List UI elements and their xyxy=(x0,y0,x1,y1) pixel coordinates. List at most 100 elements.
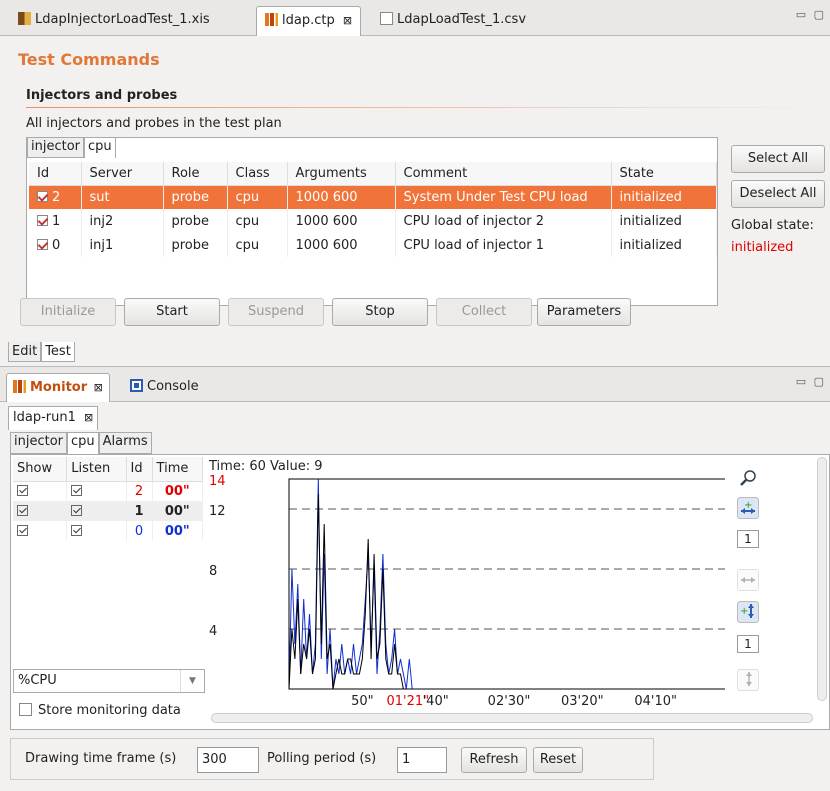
monitor-area: ldap-run1 ⊠ injector cpu Alarms Show Lis… xyxy=(0,402,830,791)
section-title: Injectors and probes xyxy=(26,88,178,103)
row-checkbox[interactable] xyxy=(37,238,48,250)
tab-console[interactable]: Console xyxy=(124,373,205,403)
col-role[interactable]: Role xyxy=(163,162,228,186)
y-tick-label: 12 xyxy=(209,504,226,519)
drawing-time-label: Drawing time frame (s) xyxy=(25,751,177,766)
section-divider xyxy=(26,107,828,108)
tab-edit[interactable]: Edit xyxy=(8,342,42,362)
class-tab-injector[interactable]: injector xyxy=(10,432,68,454)
row-checkbox[interactable] xyxy=(37,214,48,226)
monitor-settings: Drawing time frame (s) 300 Polling perio… xyxy=(10,738,654,780)
polling-period-label: Polling period (s) xyxy=(267,751,377,766)
bar-chart-icon xyxy=(265,13,278,26)
y-zoom-out-icon[interactable] xyxy=(737,669,759,691)
test-commands-editor: Test Commands Injectors and probes All i… xyxy=(0,36,830,362)
y-zoom-in-icon[interactable]: + xyxy=(737,601,759,623)
listen-checkbox[interactable] xyxy=(71,504,83,516)
y-tick-label: 14 xyxy=(209,475,226,489)
y-tick-label: 4 xyxy=(209,624,217,639)
col-listen[interactable]: Listen xyxy=(66,457,127,482)
table-row[interactable]: 1 inj2 probe cpu 1000 600 CPU load of in… xyxy=(29,209,717,233)
page-title: Test Commands xyxy=(18,50,160,69)
table-row[interactable]: 0 inj1 probe cpu 1000 600 CPU load of in… xyxy=(29,233,717,257)
col-id[interactable]: Id xyxy=(29,162,82,186)
horizontal-scrollbar[interactable] xyxy=(211,713,813,723)
show-checkbox[interactable] xyxy=(17,484,28,496)
polling-period-input[interactable]: 1 xyxy=(397,747,447,773)
col-arguments[interactable]: Arguments xyxy=(287,162,396,186)
collect-button[interactable]: Collect xyxy=(436,298,532,326)
chart-header: Time: 60 Value: 9 xyxy=(209,459,323,474)
probes-table: injector cpu Id Server Role Class Argume… xyxy=(26,137,718,306)
show-checkbox[interactable] xyxy=(17,524,28,536)
list-item[interactable]: 0 00" xyxy=(13,521,204,541)
series-line-1 xyxy=(288,493,407,690)
tab-monitor[interactable]: Monitor ⊠ xyxy=(6,373,110,403)
x-tick-label: 50" xyxy=(351,694,374,709)
table-header: Id Server Role Class Arguments Comment S… xyxy=(29,162,717,186)
close-tab-icon[interactable]: ⊠ xyxy=(343,14,352,27)
table-row[interactable]: 2 sut probe cpu 1000 600 System Under Te… xyxy=(29,185,717,209)
svg-text:+: + xyxy=(740,606,748,617)
x-zoom-in-icon[interactable]: + xyxy=(737,497,759,519)
listen-checkbox[interactable] xyxy=(71,524,83,536)
show-checkbox[interactable] xyxy=(17,504,28,516)
document-icon xyxy=(380,12,393,25)
vertical-scrollbar[interactable] xyxy=(817,457,827,701)
close-tab-icon[interactable]: ⊠ xyxy=(84,411,93,424)
tab-test[interactable]: Test xyxy=(41,342,75,362)
x-zoom-value[interactable]: 1 xyxy=(737,530,759,548)
filter-tab-cpu[interactable]: cpu xyxy=(84,138,116,158)
filter-tab-injector[interactable]: injector xyxy=(27,138,85,158)
cpu-chart: 481214 50" 01'21"'40" 02'30" 03'20" 04'10" xyxy=(209,475,725,709)
x-zoom-out-icon[interactable] xyxy=(737,569,759,591)
col-id[interactable]: Id xyxy=(126,457,153,482)
col-comment[interactable]: Comment xyxy=(395,162,612,186)
minimize-maximize-icon[interactable]: ▭ ▢ xyxy=(796,8,826,21)
reset-button[interactable]: Reset xyxy=(533,747,583,773)
initialize-button[interactable]: Initialize xyxy=(20,298,116,326)
series-table: Show Listen Id Time 2 00" 1 00" 0 00" xyxy=(13,457,204,541)
tab-csv-file[interactable]: LdapLoadTest_1.csv xyxy=(372,6,534,36)
col-show[interactable]: Show xyxy=(13,457,68,482)
store-monitoring-checkbox[interactable]: Store monitoring data xyxy=(19,703,181,718)
bar-chart-icon xyxy=(13,380,26,393)
tab-run[interactable]: ldap-run1 ⊠ xyxy=(8,406,99,430)
minimize-maximize-icon[interactable]: ▭ ▢ xyxy=(796,375,826,388)
suspend-button[interactable]: Suspend xyxy=(228,298,324,326)
refresh-button[interactable]: Refresh xyxy=(461,747,527,773)
deselect-all-button[interactable]: Deselect All xyxy=(731,180,825,208)
tab-ctp-file[interactable]: ldap.ctp ⊠ xyxy=(256,6,362,36)
x-tick-label: 02'30" xyxy=(488,694,531,709)
parameters-button[interactable]: Parameters xyxy=(537,298,631,326)
y-zoom-value[interactable]: 1 xyxy=(737,635,759,653)
col-state[interactable]: State xyxy=(611,162,717,186)
list-item[interactable]: 2 00" xyxy=(13,481,204,501)
list-item[interactable]: 1 00" xyxy=(13,501,204,521)
zoom-icon[interactable] xyxy=(737,469,759,491)
x-tick-label: 03'20" xyxy=(561,694,604,709)
metric-select[interactable]: %CPU ▼ xyxy=(13,669,205,693)
stop-button[interactable]: Stop xyxy=(332,298,428,326)
listen-checkbox[interactable] xyxy=(71,484,83,496)
monitor-panel: Show Listen Id Time 2 00" 1 00" 0 00" %C… xyxy=(10,454,830,730)
select-all-button[interactable]: Select All xyxy=(731,145,825,173)
start-button[interactable]: Start xyxy=(124,298,220,326)
chevron-down-icon[interactable]: ▼ xyxy=(180,670,204,692)
class-tab-alarms[interactable]: Alarms xyxy=(98,432,152,454)
editor-tab-bar: LdapInjectorLoadTest_1.xis ldap.ctp ⊠ Ld… xyxy=(0,0,830,36)
col-server[interactable]: Server xyxy=(81,162,164,186)
drawing-time-input[interactable]: 300 xyxy=(197,747,259,773)
global-state-value: initialized xyxy=(731,240,794,255)
col-class[interactable]: Class xyxy=(227,162,288,186)
class-tab-cpu[interactable]: cpu xyxy=(67,432,99,454)
x-tick-label: 04'10" xyxy=(634,694,677,709)
tab-xis-file[interactable]: LdapInjectorLoadTest_1.xis xyxy=(10,6,218,36)
y-tick-label: 8 xyxy=(209,564,217,579)
col-time[interactable]: Time xyxy=(152,457,204,482)
monitor-view-tabs: Monitor ⊠ Console ▭ ▢ xyxy=(0,366,830,403)
row-checkbox[interactable] xyxy=(37,190,48,202)
close-tab-icon[interactable]: ⊠ xyxy=(94,381,103,394)
injector-file-icon xyxy=(18,12,31,25)
global-state-label: Global state: xyxy=(731,218,814,233)
